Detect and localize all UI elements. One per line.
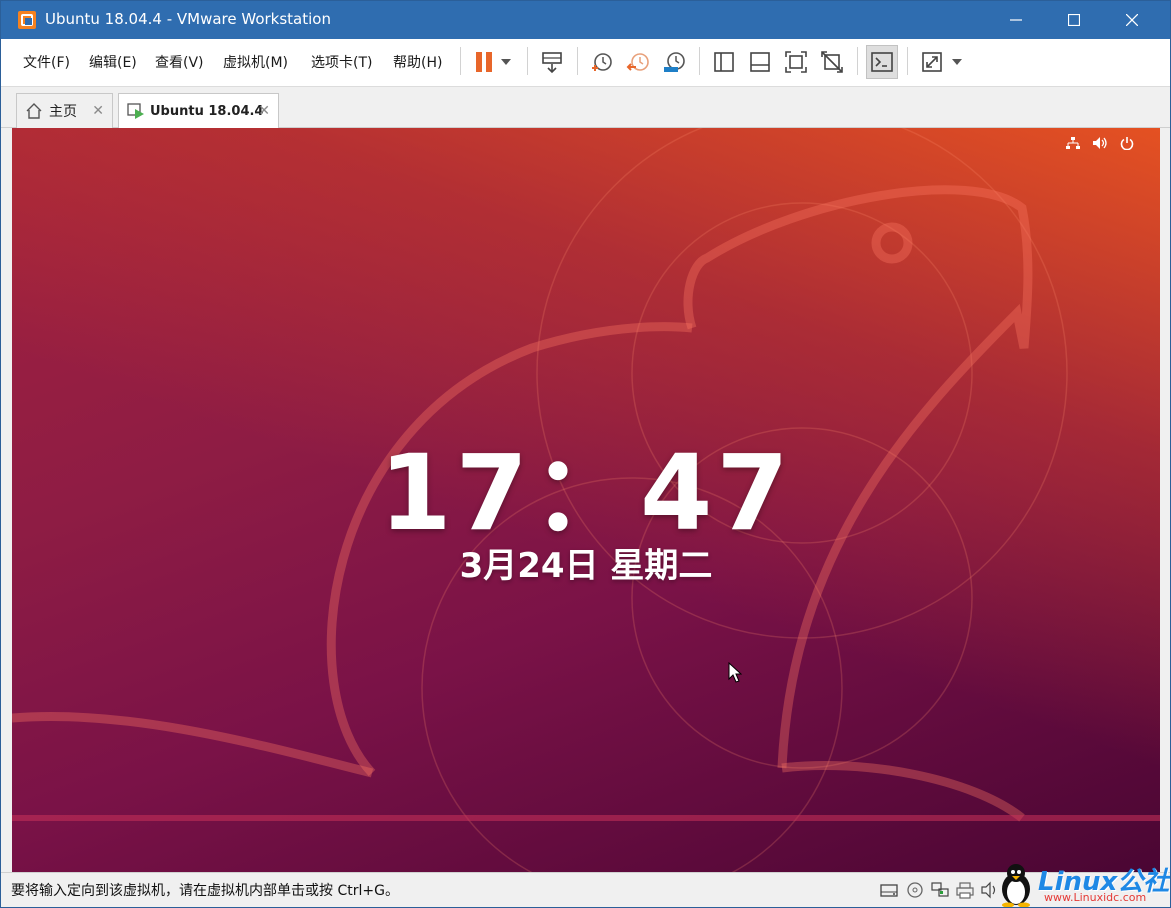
linux-watermark: Linux公社 www.Linuxidc.com (996, 861, 1169, 907)
tab-home[interactable]: 主页 ✕ (16, 93, 113, 128)
snapshot-take-icon (592, 53, 612, 71)
window-title: Ubuntu 18.04.4 - VMware Workstation (45, 10, 331, 28)
mouse-cursor-icon (728, 662, 742, 683)
close-button[interactable] (1103, 1, 1161, 39)
watermark-url: www.Linuxidc.com (1044, 891, 1147, 904)
network-adapter-icon[interactable] (930, 881, 950, 899)
home-icon (26, 103, 42, 119)
minimize-button[interactable] (987, 1, 1045, 39)
tab-close-icon[interactable]: ✕ (92, 103, 104, 119)
vmware-window: Ubuntu 18.04.4 - VMware Workstation 文件(F… (0, 0, 1171, 908)
power-dropdown-button[interactable] (495, 45, 517, 79)
take-snapshot-button[interactable] (586, 45, 618, 79)
revert-snapshot-button[interactable] (622, 45, 654, 79)
vm-display[interactable]: 17：47 3月24日 星期二 (12, 128, 1160, 872)
maximize-icon (1068, 14, 1080, 26)
status-message: 要将输入定向到该虚拟机，请在虚拟机内部单击或按 Ctrl+G。 (11, 883, 399, 899)
toolbar-separator (527, 47, 528, 75)
thumbnail-bar-button[interactable] (744, 45, 776, 79)
send-ctrl-alt-del-button[interactable] (536, 45, 568, 79)
fit-guest-icon (785, 51, 807, 73)
tux-penguin-icon (1002, 864, 1030, 907)
minimize-icon (1010, 19, 1022, 21)
cd-dvd-icon[interactable] (905, 881, 925, 899)
console-view-button[interactable] (866, 45, 898, 79)
fullscreen-icon (922, 52, 942, 72)
chevron-down-icon (952, 59, 962, 65)
unity-button[interactable] (816, 45, 848, 79)
network-icon[interactable] (1066, 136, 1080, 150)
library-view-icon (714, 52, 734, 72)
menu-tabs[interactable]: 选项卡(T) (311, 52, 372, 72)
send-keys-icon (542, 52, 562, 74)
fit-guest-button[interactable] (780, 45, 812, 79)
toolbar-separator (460, 47, 461, 75)
snapshot-manager-button[interactable] (658, 45, 690, 79)
snapshot-revert-icon (626, 53, 649, 71)
title-bar: Ubuntu 18.04.4 - VMware Workstation (1, 1, 1170, 39)
tab-label: 主页 (49, 104, 77, 120)
chevron-down-icon (501, 59, 511, 65)
pause-icon (476, 52, 492, 72)
snapshot-manager-icon (664, 52, 685, 72)
status-bar: 要将输入定向到该虚拟机，请在虚拟机内部单击或按 Ctrl+G。 (1, 872, 1170, 907)
tab-label: Ubuntu 18.04.4 (150, 103, 264, 119)
fullscreen-exit-icon (821, 51, 843, 73)
lock-screen-clock: 17：47 (379, 432, 793, 554)
toolbar-separator (699, 47, 700, 75)
toolbar-separator (907, 47, 908, 75)
power-icon[interactable] (1120, 136, 1134, 150)
tab-ubuntu-vm[interactable]: Ubuntu 18.04.4 ✕ (118, 93, 279, 128)
menu-view[interactable]: 查看(V) (155, 52, 204, 72)
vm-top-status-icons (1066, 136, 1134, 150)
printer-icon[interactable] (955, 881, 975, 899)
close-icon (1126, 14, 1138, 26)
show-library-button[interactable] (708, 45, 740, 79)
menu-vm[interactable]: 虚拟机(M) (223, 52, 288, 72)
tab-close-icon[interactable]: ✕ (258, 103, 270, 119)
menu-edit[interactable]: 编辑(E) (89, 52, 137, 72)
toolbar-separator (577, 47, 578, 75)
menu-help[interactable]: 帮助(H) (393, 52, 442, 72)
toolbar-separator (857, 47, 858, 75)
console-view-icon (871, 52, 893, 72)
fullscreen-button[interactable] (916, 45, 948, 79)
thumbnail-bar-icon (750, 52, 770, 72)
tab-bar: 主页 ✕ Ubuntu 18.04.4 ✕ (1, 87, 1170, 128)
maximize-button[interactable] (1045, 1, 1103, 39)
vmware-logo-icon (18, 11, 36, 29)
vm-running-icon (127, 103, 144, 119)
hard-disk-icon[interactable] (879, 881, 899, 899)
menu-file[interactable]: 文件(F) (23, 52, 70, 72)
lock-screen-date: 3月24日 星期二 (459, 546, 713, 586)
fullscreen-dropdown-button[interactable] (946, 45, 968, 79)
volume-icon[interactable] (1092, 136, 1108, 150)
